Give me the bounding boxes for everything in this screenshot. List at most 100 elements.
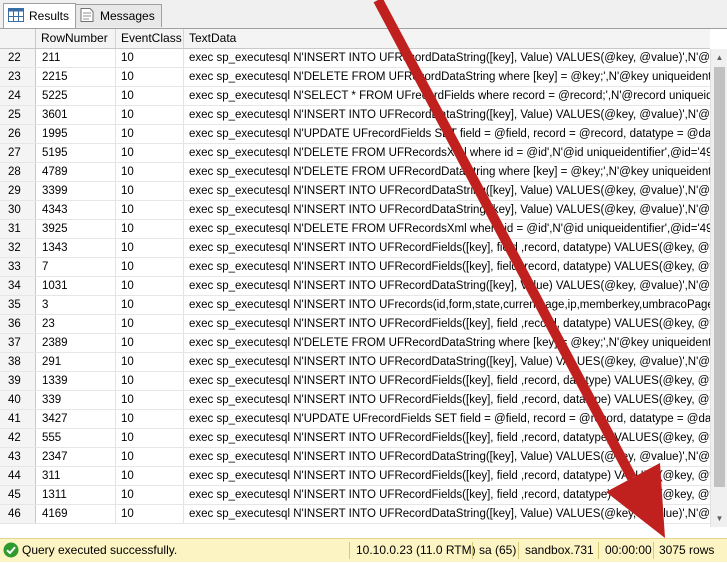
textdata-cell[interactable]: exec sp_executesql N'INSERT INTO UFRecor… — [184, 201, 710, 219]
textdata-cell[interactable]: exec sp_executesql N'UPDATE UFrecordFiel… — [184, 125, 710, 143]
eventclass-cell[interactable]: 10 — [116, 315, 184, 333]
table-row[interactable]: 39 1339 10 exec sp_executesql N'INSERT INTO… — [0, 372, 710, 391]
eventclass-cell[interactable]: 10 — [116, 334, 184, 352]
row-header-cell[interactable]: 45 — [0, 486, 36, 504]
eventclass-cell[interactable]: 10 — [116, 220, 184, 238]
eventclass-cell[interactable]: 10 — [116, 410, 184, 428]
table-row[interactable]: 24 5225 10 exec sp_executesql N'SELECT * FR… — [0, 87, 710, 106]
rownumber-cell[interactable]: 4169 — [36, 505, 116, 523]
textdata-cell[interactable]: exec sp_executesql N'INSERT INTO UFRecor… — [184, 353, 710, 371]
vertical-scroll-thumb[interactable] — [714, 67, 725, 487]
rownumber-cell[interactable]: 5195 — [36, 144, 116, 162]
textdata-cell[interactable]: exec sp_executesql N'INSERT INTO UFRecor… — [184, 486, 710, 504]
eventclass-cell[interactable]: 10 — [116, 106, 184, 124]
textdata-cell[interactable]: exec sp_executesql N'INSERT INTO UFrecor… — [184, 296, 710, 314]
table-row[interactable]: 44 311 10 exec sp_executesql N'INSERT INTO … — [0, 467, 710, 486]
eventclass-cell[interactable]: 10 — [116, 429, 184, 447]
scroll-down-arrow-icon[interactable]: ▼ — [711, 510, 727, 527]
eventclass-cell[interactable]: 10 — [116, 125, 184, 143]
row-header-cell[interactable]: 29 — [0, 182, 36, 200]
vertical-scrollbar[interactable]: ▲ ▼ — [710, 49, 727, 527]
rownumber-cell[interactable]: 4343 — [36, 201, 116, 219]
row-header-cell[interactable]: 36 — [0, 315, 36, 333]
row-number-header[interactable] — [0, 29, 36, 48]
table-row[interactable]: 38 291 10 exec sp_executesql N'INSERT INTO … — [0, 353, 710, 372]
scroll-up-arrow-icon[interactable]: ▲ — [711, 49, 727, 66]
rownumber-cell[interactable]: 1311 — [36, 486, 116, 504]
row-header-cell[interactable]: 46 — [0, 505, 36, 523]
row-header-cell[interactable]: 39 — [0, 372, 36, 390]
eventclass-cell[interactable]: 10 — [116, 486, 184, 504]
row-header-cell[interactable]: 37 — [0, 334, 36, 352]
tab-results[interactable]: Results — [3, 3, 77, 28]
row-header-cell[interactable]: 33 — [0, 258, 36, 276]
rownumber-cell[interactable]: 3601 — [36, 106, 116, 124]
textdata-cell[interactable]: exec sp_executesql N'INSERT INTO UFRecor… — [184, 372, 710, 390]
rownumber-cell[interactable]: 1339 — [36, 372, 116, 390]
rownumber-cell[interactable]: 3 — [36, 296, 116, 314]
eventclass-cell[interactable]: 10 — [116, 201, 184, 219]
textdata-cell[interactable]: exec sp_executesql N'DELETE FROM UFRecor… — [184, 334, 710, 352]
eventclass-cell[interactable]: 10 — [116, 68, 184, 86]
row-header-cell[interactable]: 40 — [0, 391, 36, 409]
row-header-cell[interactable]: 44 — [0, 467, 36, 485]
rownumber-cell[interactable]: 2389 — [36, 334, 116, 352]
textdata-cell[interactable]: exec sp_executesql N'INSERT INTO UFRecor… — [184, 448, 710, 466]
textdata-cell[interactable]: exec sp_executesql N'INSERT INTO UFRecor… — [184, 391, 710, 409]
row-header-cell[interactable]: 42 — [0, 429, 36, 447]
rownumber-cell[interactable]: 3427 — [36, 410, 116, 428]
row-header-cell[interactable]: 24 — [0, 87, 36, 105]
table-row[interactable]: 33 7 10 exec sp_executesql N'INSERT INTO UF… — [0, 258, 710, 277]
table-row[interactable]: 43 2347 10 exec sp_executesql N'INSERT INTO… — [0, 448, 710, 467]
rownumber-cell[interactable]: 211 — [36, 49, 116, 67]
rownumber-cell[interactable]: 339 — [36, 391, 116, 409]
eventclass-cell[interactable]: 10 — [116, 258, 184, 276]
textdata-cell[interactable]: exec sp_executesql N'DELETE FROM UFRecor… — [184, 220, 710, 238]
row-header-cell[interactable]: 34 — [0, 277, 36, 295]
row-header-cell[interactable]: 23 — [0, 68, 36, 86]
textdata-cell[interactable]: exec sp_executesql N'DELETE FROM UFRecor… — [184, 163, 710, 181]
table-row[interactable]: 45 1311 10 exec sp_executesql N'INSERT INTO… — [0, 486, 710, 505]
table-row[interactable]: 26 1995 10 exec sp_executesql N'UPDATE UFre… — [0, 125, 710, 144]
column-header-rownumber[interactable]: RowNumber — [36, 29, 116, 48]
row-header-cell[interactable]: 41 — [0, 410, 36, 428]
table-row[interactable]: 36 23 10 exec sp_executesql N'INSERT INTO U… — [0, 315, 710, 334]
table-row[interactable]: 31 3925 10 exec sp_executesql N'DELETE FROM… — [0, 220, 710, 239]
textdata-cell[interactable]: exec sp_executesql N'DELETE FROM UFRecor… — [184, 144, 710, 162]
textdata-cell[interactable]: exec sp_executesql N'INSERT INTO UFRecor… — [184, 277, 710, 295]
row-header-cell[interactable]: 43 — [0, 448, 36, 466]
row-header-cell[interactable]: 28 — [0, 163, 36, 181]
textdata-cell[interactable]: exec sp_executesql N'SELECT * FROM UFrec… — [184, 87, 710, 105]
rownumber-cell[interactable]: 7 — [36, 258, 116, 276]
row-header-cell[interactable]: 31 — [0, 220, 36, 238]
eventclass-cell[interactable]: 10 — [116, 182, 184, 200]
row-header-cell[interactable]: 35 — [0, 296, 36, 314]
rownumber-cell[interactable]: 2215 — [36, 68, 116, 86]
eventclass-cell[interactable]: 10 — [116, 391, 184, 409]
eventclass-cell[interactable]: 10 — [116, 49, 184, 67]
textdata-cell[interactable]: exec sp_executesql N'INSERT INTO UFRecor… — [184, 467, 710, 485]
textdata-cell[interactable]: exec sp_executesql N'DELETE FROM UFRecor… — [184, 68, 710, 86]
rownumber-cell[interactable]: 3399 — [36, 182, 116, 200]
rownumber-cell[interactable]: 1343 — [36, 239, 116, 257]
tab-messages[interactable]: Messages — [74, 4, 162, 27]
textdata-cell[interactable]: exec sp_executesql N'INSERT INTO UFRecor… — [184, 239, 710, 257]
table-row[interactable]: 42 555 10 exec sp_executesql N'INSERT INTO … — [0, 429, 710, 448]
rownumber-cell[interactable]: 3925 — [36, 220, 116, 238]
table-row[interactable]: 27 5195 10 exec sp_executesql N'DELETE FROM… — [0, 144, 710, 163]
row-header-cell[interactable]: 26 — [0, 125, 36, 143]
table-row[interactable]: 35 3 10 exec sp_executesql N'INSERT INTO UF… — [0, 296, 710, 315]
eventclass-cell[interactable]: 10 — [116, 505, 184, 523]
column-header-eventclass[interactable]: EventClass — [116, 29, 184, 48]
rownumber-cell[interactable]: 291 — [36, 353, 116, 371]
rownumber-cell[interactable]: 311 — [36, 467, 116, 485]
rownumber-cell[interactable]: 23 — [36, 315, 116, 333]
column-header-textdata[interactable]: TextData — [184, 29, 710, 48]
eventclass-cell[interactable]: 10 — [116, 163, 184, 181]
textdata-cell[interactable]: exec sp_executesql N'INSERT INTO UFRecor… — [184, 429, 710, 447]
eventclass-cell[interactable]: 10 — [116, 372, 184, 390]
table-row[interactable]: 23 2215 10 exec sp_executesql N'DELETE FROM… — [0, 68, 710, 87]
table-row[interactable]: 40 339 10 exec sp_executesql N'INSERT INTO … — [0, 391, 710, 410]
row-header-cell[interactable]: 32 — [0, 239, 36, 257]
eventclass-cell[interactable]: 10 — [116, 296, 184, 314]
